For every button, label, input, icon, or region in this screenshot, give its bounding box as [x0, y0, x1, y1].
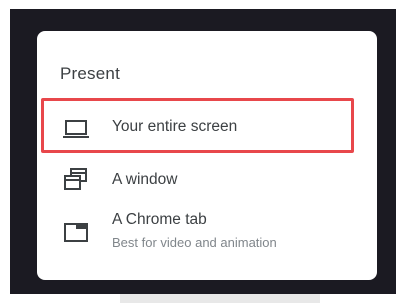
bottom-strip: [120, 294, 320, 303]
menu-item-entire-screen[interactable]: Your entire screen: [37, 107, 377, 153]
menu-item-sublabel: Best for video and animation: [112, 235, 277, 250]
window-icon: [62, 166, 90, 199]
menu-item-window[interactable]: A window: [37, 161, 377, 205]
present-menu: Present Your entire screen A window A Ch…: [37, 31, 377, 280]
screenshot-frame: Present Your entire screen A window A Ch…: [0, 0, 396, 303]
menu-item-chrome-tab[interactable]: A Chrome tab Best for video and animatio…: [37, 207, 377, 257]
laptop-icon: [62, 118, 90, 145]
menu-item-label: A window: [112, 171, 178, 188]
menu-item-label: Your entire screen: [112, 118, 238, 135]
tab-icon: [62, 220, 90, 249]
menu-item-label: A Chrome tab: [112, 211, 207, 228]
menu-title: Present: [60, 64, 120, 83]
